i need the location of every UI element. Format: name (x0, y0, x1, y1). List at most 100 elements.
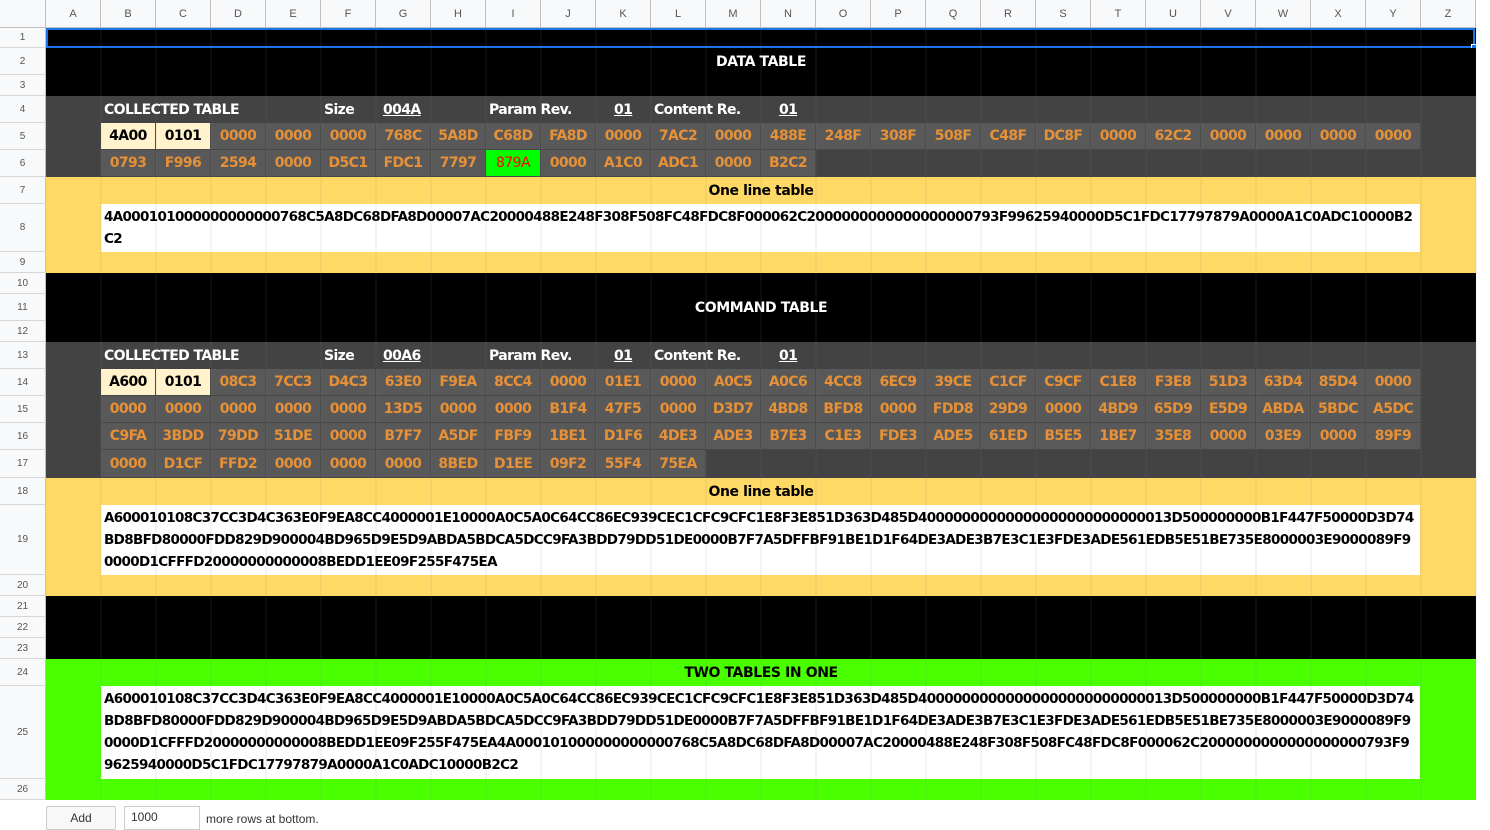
row-header-26[interactable]: 26 (0, 779, 46, 800)
hex-cell[interactable]: 0000 (1311, 123, 1366, 150)
hex-cell[interactable]: FDD8 (926, 396, 981, 423)
column-header-e[interactable]: E (266, 0, 321, 28)
hex-cell[interactable]: ADE3 (706, 423, 761, 450)
column-header-v[interactable]: V (1201, 0, 1256, 28)
hex-cell[interactable]: 09F2 (541, 450, 596, 478)
hex-cell[interactable]: 89F9 (1366, 423, 1421, 450)
column-header-i[interactable]: I (486, 0, 541, 28)
row-header-18[interactable]: 18 (0, 478, 46, 505)
hex-cell[interactable]: 39CE (926, 369, 981, 396)
hex-cell[interactable]: 8CC4 (486, 369, 541, 396)
hex-cell[interactable]: B7F7 (376, 423, 431, 450)
hex-cell[interactable]: 248F (816, 123, 871, 150)
hex-cell[interactable]: 508F (926, 123, 981, 150)
row-header-10[interactable]: 10 (0, 273, 46, 294)
hex-cell[interactable]: D1EE (486, 450, 541, 478)
row-header-21[interactable]: 21 (0, 596, 46, 617)
column-header-u[interactable]: U (1146, 0, 1201, 28)
hex-cell[interactable]: 35E8 (1146, 423, 1201, 450)
column-header-n[interactable]: N (761, 0, 816, 28)
hex-cell[interactable]: D5C1 (321, 150, 376, 177)
hex-cell[interactable]: FFD2 (211, 450, 266, 478)
hex-cell[interactable]: 0000 (321, 450, 376, 478)
row-header-12[interactable]: 12 (0, 321, 46, 342)
hex-cell[interactable]: 0793 (101, 150, 156, 177)
column-header-x[interactable]: X (1311, 0, 1366, 28)
hex-cell[interactable]: 08C3 (211, 369, 266, 396)
row-header-20[interactable]: 20 (0, 575, 46, 596)
hex-cell[interactable]: 7797 (431, 150, 486, 177)
row-header-16[interactable]: 16 (0, 423, 46, 450)
hex-cell[interactable]: 0000 (321, 396, 376, 423)
hex-cell[interactable]: 0000 (431, 396, 486, 423)
hex-cell[interactable]: C1CF (981, 369, 1036, 396)
hex-cell[interactable]: ADC1 (651, 150, 706, 177)
hex-cell[interactable]: 0000 (1036, 396, 1091, 423)
hex-cell[interactable]: B2C2 (761, 150, 816, 177)
row-header-8[interactable]: 8 (0, 204, 46, 252)
row-header-9[interactable]: 9 (0, 252, 46, 273)
hex-cell[interactable]: 0000 (706, 150, 761, 177)
column-header-g[interactable]: G (376, 0, 431, 28)
hex-cell[interactable]: 1BE7 (1091, 423, 1146, 450)
hex-cell[interactable]: 0000 (321, 123, 376, 150)
hex-cell[interactable]: BFD8 (816, 396, 871, 423)
hex-cell[interactable]: FDE3 (871, 423, 926, 450)
hex-cell[interactable]: 0000 (706, 123, 761, 150)
column-header-r[interactable]: R (981, 0, 1036, 28)
hex-cell[interactable]: 2594 (211, 150, 266, 177)
hex-cell[interactable]: 4DE3 (651, 423, 706, 450)
hex-cell[interactable]: 0000 (211, 396, 266, 423)
row-header-19[interactable]: 19 (0, 505, 46, 575)
hex-cell[interactable]: D1CF (156, 450, 211, 478)
hex-cell[interactable]: 0000 (266, 450, 321, 478)
hex-cell[interactable]: 0000 (651, 396, 706, 423)
combined-value[interactable]: A600010108C37CC3D4C363E0F9EA8CC4000001E1… (101, 686, 1420, 779)
hex-cell[interactable]: ABDA (1256, 396, 1311, 423)
column-header-d[interactable]: D (211, 0, 266, 28)
hex-cell[interactable]: 79DD (211, 423, 266, 450)
hex-cell[interactable]: 51DE (266, 423, 321, 450)
column-header-a[interactable]: A (46, 0, 101, 28)
hex-cell[interactable]: 0000 (266, 396, 321, 423)
hex-cell[interactable]: 4BD9 (1091, 396, 1146, 423)
hex-cell[interactable]: A1C0 (596, 150, 651, 177)
hex-cell[interactable]: 29D9 (981, 396, 1036, 423)
column-header-h[interactable]: H (431, 0, 486, 28)
hex-cell[interactable]: D3D7 (706, 396, 761, 423)
column-header-p[interactable]: P (871, 0, 926, 28)
hex-cell[interactable]: 13D5 (376, 396, 431, 423)
hex-cell[interactable]: D4C3 (321, 369, 376, 396)
hex-cell[interactable]: 879A (486, 150, 541, 177)
hex-cell[interactable]: DC8F (1036, 123, 1091, 150)
hex-cell[interactable]: B7E3 (761, 423, 816, 450)
hex-cell[interactable]: 03E9 (1256, 423, 1311, 450)
row-header-23[interactable]: 23 (0, 638, 46, 659)
hex-cell[interactable]: 47F5 (596, 396, 651, 423)
column-header-y[interactable]: Y (1366, 0, 1421, 28)
hex-cell[interactable]: 768C (376, 123, 431, 150)
hex-cell[interactable]: C9CF (1036, 369, 1091, 396)
column-header-z[interactable]: Z (1421, 0, 1476, 28)
hex-cell[interactable]: 65D9 (1146, 396, 1201, 423)
hex-cell[interactable]: C9FA (101, 423, 156, 450)
hex-cell[interactable]: E5D9 (1201, 396, 1256, 423)
column-header-b[interactable]: B (101, 0, 156, 28)
hex-cell[interactable]: 4CC8 (816, 369, 871, 396)
hex-cell[interactable]: 0000 (101, 396, 156, 423)
hex-cell[interactable]: 5A8D (431, 123, 486, 150)
hex-cell[interactable]: 0000 (266, 150, 321, 177)
hex-cell[interactable]: 0000 (266, 123, 321, 150)
row-header-3[interactable]: 3 (0, 75, 46, 96)
hex-cell[interactable]: 0000 (1201, 423, 1256, 450)
hex-cell[interactable]: A0C5 (706, 369, 761, 396)
hex-cell[interactable]: B5E5 (1036, 423, 1091, 450)
row-header-22[interactable]: 22 (0, 617, 46, 638)
hex-cell[interactable]: 0000 (1311, 423, 1366, 450)
hex-cell[interactable]: ADE5 (926, 423, 981, 450)
hex-cell[interactable]: 0000 (486, 396, 541, 423)
column-header-j[interactable]: J (541, 0, 596, 28)
hex-cell[interactable]: 0000 (541, 150, 596, 177)
hex-cell[interactable]: 63D4 (1256, 369, 1311, 396)
row-header-13[interactable]: 13 (0, 342, 46, 369)
